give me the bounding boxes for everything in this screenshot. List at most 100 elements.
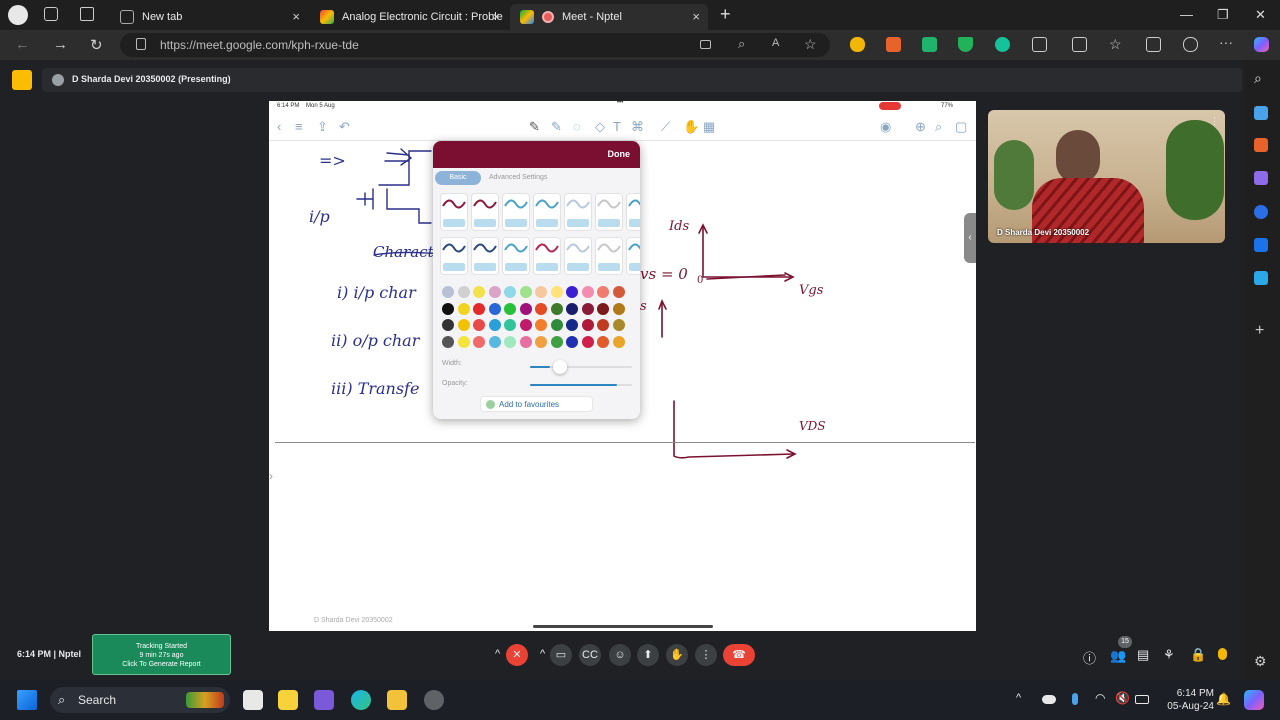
color-swatch[interactable] <box>612 319 625 331</box>
tracking-report-button[interactable]: Tracking Started 9 min 27s ago Click To … <box>92 634 231 675</box>
volume-muted-icon[interactable]: 🔇 <box>1115 691 1130 705</box>
pen-preset[interactable] <box>502 237 530 275</box>
leave-call-button[interactable]: ☎ <box>723 644 755 666</box>
color-swatch[interactable] <box>519 286 532 298</box>
pen-preset[interactable] <box>564 237 592 275</box>
address-bar[interactable]: https://meet.google.com/kph-rxue-tde ⌕ A… <box>120 33 830 57</box>
emoji-button[interactable]: ☺ <box>609 644 631 666</box>
color-swatch[interactable] <box>566 286 578 298</box>
close-icon[interactable]: × <box>492 9 500 24</box>
tab-gmail[interactable]: Analog Electronic Circuit : Proble × <box>310 4 508 30</box>
color-swatch[interactable] <box>442 319 454 331</box>
color-swatch[interactable] <box>550 286 563 298</box>
color-swatch[interactable] <box>535 286 547 298</box>
color-swatch[interactable] <box>550 302 563 315</box>
color-swatch[interactable] <box>473 302 485 315</box>
profile-avatar[interactable] <box>8 5 28 25</box>
highlighter-icon[interactable]: ✎ <box>551 119 562 135</box>
color-swatch[interactable] <box>457 335 470 348</box>
color-swatch[interactable] <box>504 302 516 315</box>
side-expand-handle[interactable]: ‹ <box>964 213 976 263</box>
color-swatch[interactable] <box>519 319 532 331</box>
copilot-taskbar-icon[interactable] <box>1244 690 1264 710</box>
left-collapse-handle[interactable]: › <box>269 469 273 483</box>
undo-icon[interactable]: ↶ <box>339 119 350 135</box>
color-swatch[interactable] <box>488 286 501 298</box>
task-view-icon[interactable] <box>243 690 263 710</box>
color-swatch[interactable] <box>457 319 470 331</box>
color-swatch[interactable] <box>597 335 609 348</box>
color-swatch[interactable] <box>597 319 609 331</box>
pen-preset[interactable] <box>533 237 561 275</box>
color-swatch[interactable] <box>488 319 501 331</box>
add-to-favourites-button[interactable]: Add to favourites <box>480 396 593 412</box>
forward-icon[interactable]: → <box>53 36 68 53</box>
camera-button[interactable]: ▭ <box>550 644 572 666</box>
captions-button[interactable]: CC <box>579 644 601 666</box>
color-swatch[interactable] <box>442 302 454 315</box>
tab-meet[interactable]: Meet - Nptel × <box>510 4 708 30</box>
pen-preset[interactable] <box>471 193 499 231</box>
wifi-icon[interactable]: ◠ <box>1095 691 1105 705</box>
settings-icon[interactable]: ⚙ <box>1254 653 1267 670</box>
participant-video-tile[interactable]: D Sharda Devi 20350002 ⋮ <box>988 110 1225 243</box>
notifications-icon[interactable]: 🔔 <box>1216 692 1231 706</box>
color-swatch[interactable] <box>597 302 609 315</box>
color-swatch[interactable] <box>442 286 454 298</box>
add-sidebar-icon[interactable]: + <box>1255 322 1264 340</box>
edge-icon[interactable] <box>351 690 371 710</box>
sidebar-list-icon[interactable]: ≡ <box>295 119 303 134</box>
color-swatch[interactable] <box>550 335 563 348</box>
back-icon[interactable]: ‹ <box>277 119 281 134</box>
extension-bulb-icon[interactable] <box>850 37 865 52</box>
search-icon[interactable]: ⌕ <box>1254 70 1262 87</box>
color-swatch[interactable] <box>504 335 516 348</box>
color-swatch[interactable] <box>535 319 547 331</box>
pen-preset[interactable] <box>595 193 623 231</box>
extensions-puzzle-icon[interactable] <box>1032 37 1047 52</box>
pen-preset[interactable] <box>502 193 530 231</box>
back-icon[interactable]: ← <box>15 36 30 53</box>
more-options-button[interactable]: ⋮ <box>695 644 717 666</box>
show-hidden-icons[interactable]: ^ <box>1016 692 1021 704</box>
favorites-icon[interactable]: ☆ <box>1109 37 1124 52</box>
meeting-info-icon[interactable]: ⓘ <box>1083 648 1096 667</box>
eraser-icon[interactable]: ◇ <box>595 119 605 135</box>
pen-preset[interactable] <box>471 237 499 275</box>
minimize-icon[interactable]: — <box>1180 7 1193 22</box>
share-icon[interactable]: ⇪ <box>317 119 328 135</box>
color-swatch[interactable] <box>597 286 609 298</box>
close-window-icon[interactable]: ✕ <box>1255 7 1266 23</box>
chat-icon[interactable]: ▤ <box>1137 647 1149 663</box>
ruler-icon[interactable]: ⟋ <box>661 119 670 135</box>
tile-options-icon[interactable]: ⋮ <box>1210 116 1219 127</box>
recorder-icon[interactable] <box>424 690 444 710</box>
color-swatch[interactable] <box>473 319 485 331</box>
pen-preset[interactable] <box>595 237 623 275</box>
new-tab-button[interactable]: + <box>720 4 731 25</box>
color-swatch[interactable] <box>612 302 625 315</box>
zoom-icon[interactable]: ⌕ <box>738 36 745 52</box>
onedrive-icon[interactable] <box>1042 695 1056 704</box>
pen-tool-icon[interactable]: ✎ <box>529 119 540 135</box>
color-swatch[interactable] <box>612 335 625 348</box>
close-icon[interactable]: × <box>292 9 300 24</box>
windows-start-icon[interactable] <box>17 690 37 710</box>
video-options-chevron-icon[interactable]: ^ <box>540 648 545 660</box>
snipping-tool-icon[interactable] <box>314 690 334 710</box>
sticky-notes-icon[interactable] <box>278 690 298 710</box>
color-swatch[interactable] <box>566 302 578 315</box>
color-swatch[interactable] <box>581 302 594 315</box>
color-swatch[interactable] <box>457 302 470 315</box>
games-icon[interactable] <box>1254 171 1268 185</box>
pen-preset[interactable] <box>564 193 592 231</box>
width-slider-knob[interactable] <box>553 360 567 374</box>
extension-bulb-bottom-icon[interactable] <box>1218 648 1227 660</box>
audio-options-chevron-icon[interactable]: ^ <box>495 648 500 660</box>
collections-icon[interactable] <box>1146 37 1161 52</box>
text-tool-icon[interactable]: T <box>613 119 621 134</box>
color-swatch[interactable] <box>519 335 532 348</box>
send-icon[interactable] <box>1254 271 1268 285</box>
mic-tray-icon[interactable] <box>1072 693 1078 705</box>
tab-actions-icon[interactable] <box>80 7 94 21</box>
